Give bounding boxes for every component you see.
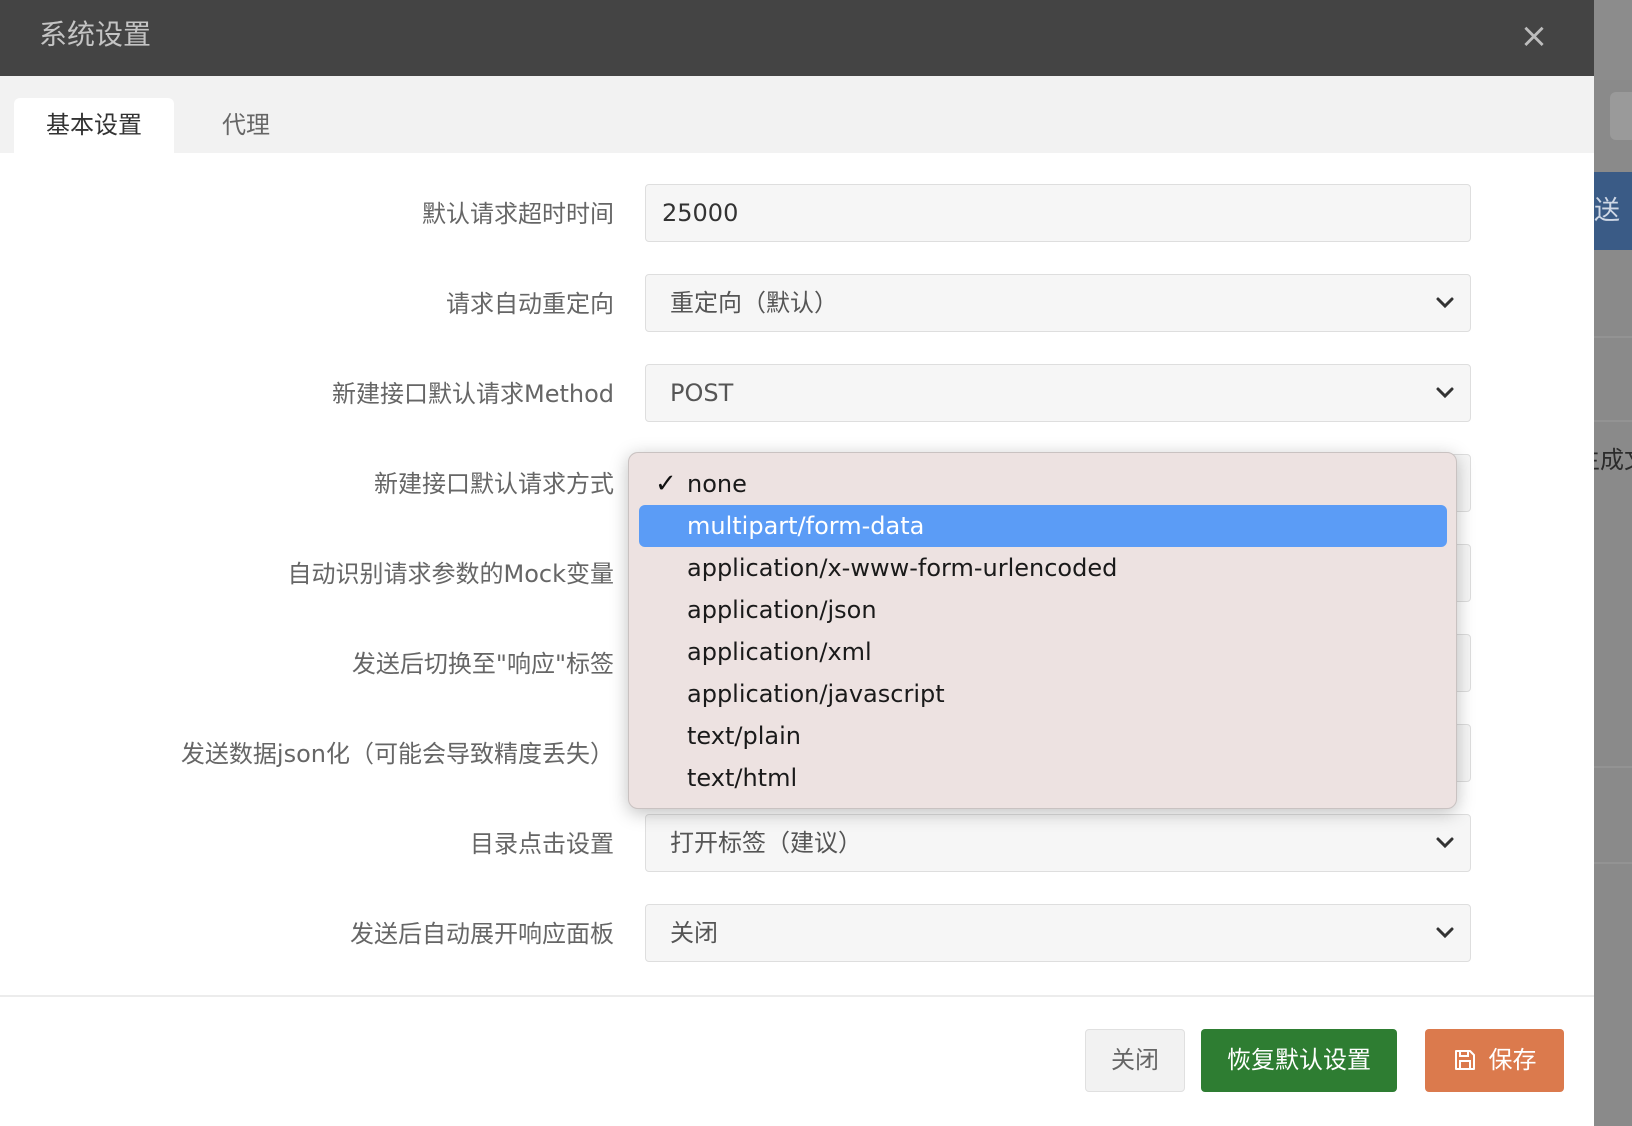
form-row-timeout: 默认请求超时时间 25000 [0, 184, 1594, 244]
dropdown-option-label: application/json [687, 596, 877, 624]
chevron-down-icon [1436, 387, 1454, 399]
background-divider [1594, 420, 1632, 422]
background-partial-text: 生成文 [1594, 446, 1632, 474]
chevron-down-icon [1436, 927, 1454, 939]
dropdown-option-urlencoded[interactable]: application/x-www-form-urlencoded [639, 547, 1447, 589]
form-row-expand-panel: 发送后自动展开响应面板 关闭 [0, 904, 1594, 964]
directory-click-value: 打开标签（建议） [670, 829, 862, 857]
footer-divider [0, 995, 1594, 997]
dropdown-option-label: text/plain [687, 722, 801, 750]
method-value: POST [670, 379, 734, 407]
request-type-label: 新建接口默认请求方式 [374, 470, 614, 498]
dropdown-option-label: application/xml [687, 638, 872, 666]
dropdown-option-javascript[interactable]: application/javascript [639, 673, 1447, 715]
checkmark-icon: ✓ [655, 469, 677, 499]
form-row-method: 新建接口默认请求Method POST [0, 364, 1594, 424]
timeout-input[interactable]: 25000 [645, 184, 1471, 242]
dropdown-option-text-plain[interactable]: text/plain [639, 715, 1447, 757]
dropdown-option-xml[interactable]: application/xml [639, 631, 1447, 673]
background-divider [1594, 766, 1632, 768]
close-button[interactable]: 关闭 [1085, 1029, 1185, 1092]
redirect-value: 重定向（默认） [670, 289, 838, 317]
background-send-button: 送 [1594, 172, 1632, 250]
request-type-dropdown: ✓ none multipart/form-data application/x… [628, 452, 1457, 809]
json-label: 发送数据json化（可能会导致精度丢失） [180, 740, 614, 768]
form-row-directory-click: 目录点击设置 打开标签（建议） [0, 814, 1594, 874]
form-row-redirect: 请求自动重定向 重定向（默认） [0, 274, 1594, 334]
directory-click-select[interactable]: 打开标签（建议） [645, 814, 1471, 872]
switch-response-label: 发送后切换至"响应"标签 [351, 650, 614, 678]
dropdown-option-label: application/javascript [687, 680, 945, 708]
directory-click-label: 目录点击设置 [470, 830, 614, 858]
restore-defaults-button[interactable]: 恢复默认设置 [1201, 1029, 1397, 1092]
redirect-select[interactable]: 重定向（默认） [645, 274, 1471, 332]
dropdown-option-label: multipart/form-data [687, 512, 925, 540]
expand-panel-label: 发送后自动展开响应面板 [350, 920, 614, 948]
floppy-disk-icon [1454, 1050, 1475, 1070]
expand-panel-select[interactable]: 关闭 [645, 904, 1471, 962]
background-header [1594, 0, 1632, 80]
timeout-label: 默认请求超时时间 [422, 200, 614, 228]
modal-header: 系统设置 × [0, 0, 1594, 76]
tab-proxy[interactable]: 代理 [178, 98, 314, 153]
dropdown-option-label: application/x-www-form-urlencoded [687, 554, 1118, 582]
dropdown-option-json[interactable]: application/json [639, 589, 1447, 631]
dropdown-option-label: none [687, 470, 747, 498]
save-button[interactable]: 保存 [1425, 1029, 1564, 1092]
modal-title: 系统设置 [39, 18, 152, 51]
expand-panel-value: 关闭 [670, 919, 718, 947]
background-input [1610, 92, 1632, 140]
close-icon[interactable]: × [1514, 14, 1554, 58]
chevron-down-icon [1436, 297, 1454, 309]
mock-label: 自动识别请求参数的Mock变量 [287, 560, 614, 588]
save-button-label: 保存 [1488, 1046, 1537, 1074]
tab-bar: 基本设置 代理 [0, 76, 1594, 153]
dropdown-option-label: text/html [687, 764, 798, 792]
method-select[interactable]: POST [645, 364, 1471, 422]
background-divider [1594, 336, 1632, 338]
redirect-label: 请求自动重定向 [446, 290, 614, 318]
dropdown-option-none[interactable]: ✓ none [639, 463, 1447, 505]
background-divider [1594, 862, 1632, 864]
timeout-value: 25000 [662, 199, 739, 227]
tab-basic-settings[interactable]: 基本设置 [14, 98, 174, 153]
settings-modal: 系统设置 × 基本设置 代理 默认请求超时时间 25000 请求自动重定向 重定… [0, 0, 1594, 1126]
background-app: 送 生成文 [1594, 0, 1632, 1126]
dropdown-option-multipart[interactable]: multipart/form-data [639, 505, 1447, 547]
chevron-down-icon [1436, 837, 1454, 849]
method-label: 新建接口默认请求Method [331, 380, 614, 408]
dropdown-option-text-html[interactable]: text/html [639, 757, 1447, 799]
background-send-text: 送 [1594, 196, 1621, 226]
